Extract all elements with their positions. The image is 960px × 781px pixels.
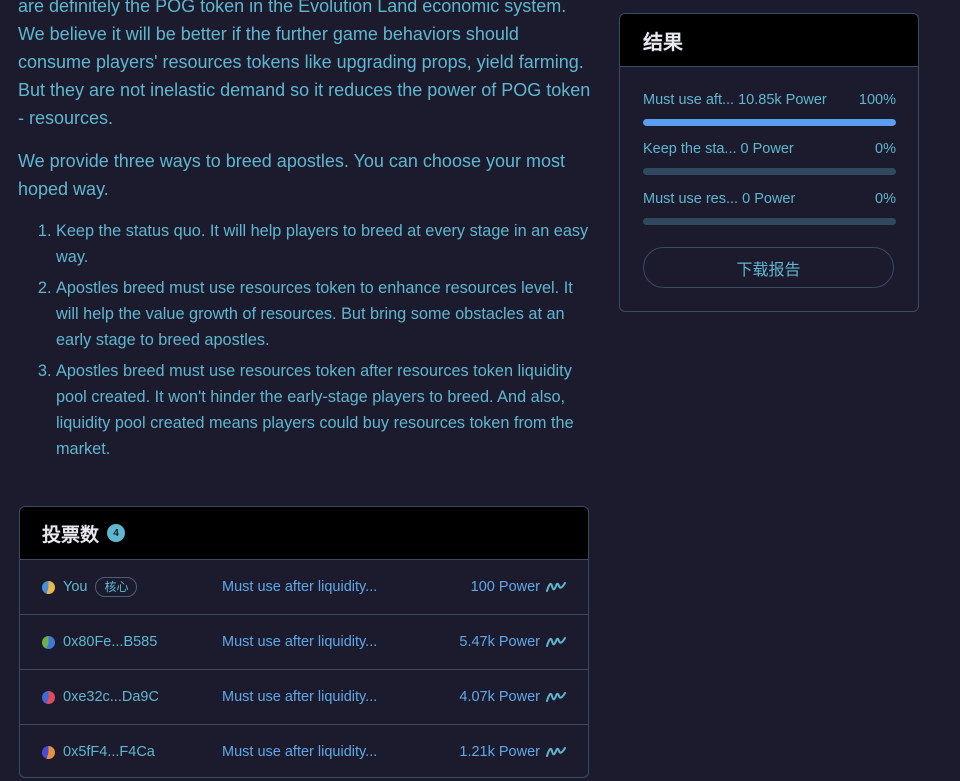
vote-choice: Must use after liquidity... xyxy=(222,634,378,650)
result-item: Keep the sta... 0 Power 0% xyxy=(643,139,896,175)
proposal-option-1: Keep the status quo. It will help player… xyxy=(56,218,593,270)
vote-power: 100 Power xyxy=(470,579,540,595)
votes-count-badge: 4 xyxy=(107,524,126,542)
signature-icon[interactable] xyxy=(546,725,566,777)
signature-icon[interactable] xyxy=(546,560,566,614)
proposal-body: are definitely the POG token in the Evol… xyxy=(18,0,593,467)
vote-row: 0x80Fe...B585 Must use after liquidity..… xyxy=(20,615,588,670)
result-percent: 0% xyxy=(875,191,896,207)
result-progress-bar xyxy=(643,119,896,126)
vote-choice: Must use after liquidity... xyxy=(222,744,378,760)
voter-address[interactable]: You xyxy=(63,579,87,595)
proposal-option-3: Apostles breed must use resources token … xyxy=(56,358,593,462)
vote-row: 0xe32c...Da9C Must use after liquidity..… xyxy=(20,670,588,725)
vote-row: 0x5fF4...F4Ca Must use after liquidity..… xyxy=(20,725,588,777)
result-item: Must use res... 0 Power 0% xyxy=(643,189,896,225)
votes-title: 投票数 xyxy=(42,524,100,546)
vote-power: 1.21k Power xyxy=(459,744,540,760)
results-panel: 结果 Must use aft... 10.85k Power 100% Kee… xyxy=(619,13,919,312)
avatar-icon xyxy=(42,690,55,704)
result-percent: 0% xyxy=(875,141,896,157)
votes-panel: 投票数 4 You 核心 Must use after liquidity...… xyxy=(19,506,589,778)
vote-power: 4.07k Power xyxy=(459,689,540,705)
result-label: Must use res... 0 Power xyxy=(643,191,796,207)
result-progress-bar xyxy=(643,168,896,175)
vote-choice: Must use after liquidity... xyxy=(222,579,378,595)
results-title: 结果 xyxy=(620,14,918,67)
vote-row: You 核心 Must use after liquidity... 100 P… xyxy=(20,560,588,615)
voter-address[interactable]: 0x5fF4...F4Ca xyxy=(63,744,155,760)
avatar-icon xyxy=(42,745,55,759)
avatar-icon xyxy=(42,580,55,594)
download-report-button[interactable]: 下载报告 xyxy=(643,247,894,288)
voter-address[interactable]: 0x80Fe...B585 xyxy=(63,634,157,650)
result-progress-fill xyxy=(643,119,896,126)
signature-icon[interactable] xyxy=(546,670,566,724)
core-badge: 核心 xyxy=(95,577,138,597)
result-label: Must use aft... 10.85k Power xyxy=(643,92,827,108)
vote-choice: Must use after liquidity... xyxy=(222,689,378,705)
avatar-icon xyxy=(42,635,55,649)
voter-address[interactable]: 0xe32c...Da9C xyxy=(63,689,159,705)
votes-header: 投票数 4 xyxy=(20,507,588,560)
proposal-option-2: Apostles breed must use resources token … xyxy=(56,275,593,353)
proposal-paragraph-1: are definitely the POG token in the Evol… xyxy=(18,0,591,128)
proposal-paragraph-2: We provide three ways to breed apostles.… xyxy=(18,151,565,199)
result-label: Keep the sta... 0 Power xyxy=(643,141,794,157)
signature-icon[interactable] xyxy=(546,615,566,669)
result-item: Must use aft... 10.85k Power 100% xyxy=(643,90,896,126)
result-progress-bar xyxy=(643,218,896,225)
vote-power: 5.47k Power xyxy=(459,634,540,650)
result-percent: 100% xyxy=(858,92,896,108)
proposal-options-list: Keep the status quo. It will help player… xyxy=(18,218,593,462)
